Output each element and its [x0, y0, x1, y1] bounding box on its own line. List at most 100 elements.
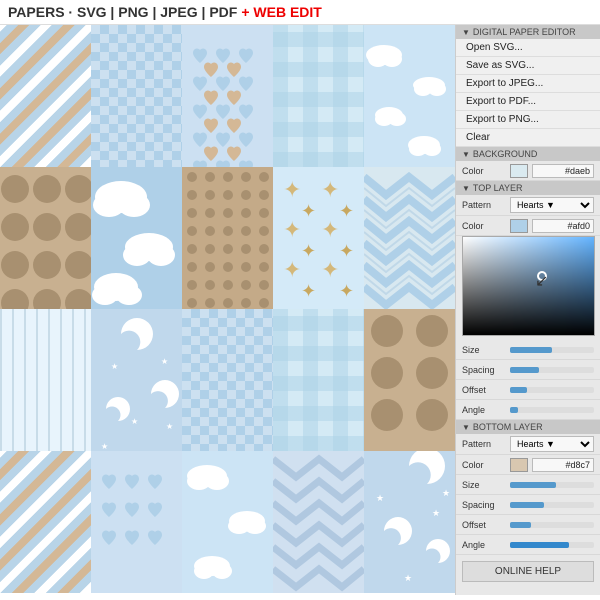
bottom-size-label: Size [462, 480, 506, 490]
paper-cell-17[interactable] [182, 451, 273, 593]
svg-text:★: ★ [442, 488, 450, 498]
svg-text:★: ★ [101, 442, 108, 451]
online-help-button[interactable]: ONLINE HELP [462, 561, 594, 582]
paper-cell-15[interactable] [0, 451, 91, 593]
top-spacing-label: Spacing [462, 365, 506, 375]
svg-text:✦: ✦ [301, 201, 316, 221]
svg-text:✦: ✦ [339, 201, 354, 221]
top-size-row: Size [456, 340, 600, 360]
paper-cell-4[interactable] [273, 25, 364, 167]
section-top-layer: TOP LAYER [456, 181, 600, 195]
menu-export-jpeg[interactable]: Export to JPEG... [456, 75, 600, 93]
svg-text:✦: ✦ [321, 217, 339, 242]
top-angle-label: Angle [462, 405, 506, 415]
color-picker-arrow[interactable]: ↙ [535, 271, 548, 291]
top-size-slider[interactable] [510, 347, 594, 353]
paper-cell-16[interactable] [91, 451, 182, 593]
paper-cell-9[interactable]: ✦ ✦ ✦ ✦ ✦ ✦ ✦ ✦ ✦ ✦ ✦ ✦ [273, 167, 364, 309]
top-angle-slider[interactable] [510, 407, 594, 413]
svg-text:✦: ✦ [301, 241, 316, 261]
svg-text:✦: ✦ [301, 281, 316, 301]
paper-cell-2[interactable] [91, 25, 182, 167]
svg-text:✦: ✦ [283, 177, 301, 202]
paper-cell-14[interactable] [364, 309, 455, 451]
bottom-offset-label: Offset [462, 520, 506, 530]
editor-panel: DIGITAL PAPER EDITOR Open SVG... Save as… [455, 25, 600, 595]
bottom-color-value[interactable]: #d8c7 [532, 458, 594, 472]
bottom-angle-row: Angle [456, 535, 600, 555]
bottom-spacing-row: Spacing [456, 495, 600, 515]
top-color-value[interactable]: #afd0 [532, 219, 594, 233]
paper-cell-7[interactable] [91, 167, 182, 309]
svg-text:✦: ✦ [321, 257, 339, 282]
top-size-label: Size [462, 345, 506, 355]
bottom-offset-row: Offset [456, 515, 600, 535]
svg-text:★: ★ [111, 362, 118, 371]
paper-cell-11[interactable] [0, 309, 91, 451]
bottom-color-label: Color [462, 460, 506, 470]
svg-text:✦: ✦ [283, 257, 301, 282]
svg-text:✦: ✦ [339, 241, 354, 261]
top-offset-slider[interactable] [510, 387, 594, 393]
svg-text:★: ★ [404, 573, 412, 583]
menu-clear[interactable]: Clear [456, 129, 600, 147]
menu-export-png[interactable]: Export to PNG... [456, 111, 600, 129]
bottom-color-row: Color #d8c7 [456, 455, 600, 475]
top-offset-row: Offset [456, 380, 600, 400]
bottom-spacing-slider[interactable] [510, 502, 594, 508]
menu-export-pdf[interactable]: Export to PDF... [456, 93, 600, 111]
top-color-swatch[interactable] [510, 219, 528, 233]
top-offset-label: Offset [462, 385, 506, 395]
top-color-label: Color [462, 221, 506, 231]
bottom-pattern-label: Pattern [462, 439, 506, 449]
header-text: PAPERS · SVG | PNG | JPEG | PDF [8, 4, 237, 20]
paper-cell-12[interactable] [182, 309, 273, 451]
svg-text:★: ★ [432, 508, 440, 518]
paper-cell-13[interactable] [273, 309, 364, 451]
bottom-color-swatch[interactable] [510, 458, 528, 472]
background-color-label: Color [462, 166, 506, 176]
color-picker[interactable]: ↙ [462, 236, 595, 336]
bottom-offset-slider[interactable] [510, 522, 594, 528]
svg-text:★: ★ [146, 332, 153, 341]
top-spacing-slider[interactable] [510, 367, 594, 373]
header: PAPERS · SVG | PNG | JPEG | PDF + WEB ED… [0, 0, 600, 25]
svg-text:★: ★ [131, 417, 138, 426]
svg-text:✦: ✦ [321, 177, 339, 202]
paper-cell-5[interactable] [364, 25, 455, 167]
svg-text:✦: ✦ [339, 281, 354, 301]
paper-cell-6[interactable] [0, 167, 91, 309]
top-spacing-row: Spacing [456, 360, 600, 380]
top-pattern-label: Pattern [462, 200, 506, 210]
background-color-row: Color #daeb [456, 161, 600, 181]
top-color-row: Color #afd0 [456, 216, 600, 236]
menu-open-svg[interactable]: Open SVG... [456, 39, 600, 57]
background-color-swatch[interactable] [510, 164, 528, 178]
bottom-spacing-label: Spacing [462, 500, 506, 510]
paper-grid: ✦ ✦ ✦ ✦ ✦ ✦ ✦ ✦ ✦ ✦ ✦ ✦ [0, 25, 455, 595]
bottom-angle-slider[interactable] [510, 542, 594, 548]
bottom-size-slider[interactable] [510, 482, 594, 488]
bottom-pattern-row: Pattern Hearts ▼ Clouds Stars Dots [456, 434, 600, 455]
top-angle-row: Angle [456, 400, 600, 420]
paper-cell-10[interactable] [364, 167, 455, 309]
svg-text:★: ★ [166, 422, 173, 431]
paper-cell-18[interactable] [273, 451, 364, 593]
svg-text:★: ★ [376, 493, 384, 503]
paper-cell-8[interactable] [182, 167, 273, 309]
svg-text:★: ★ [161, 357, 168, 366]
paper-cell-19[interactable]: ★ ★ ★ ★ [364, 451, 455, 593]
web-edit-label: + WEB EDIT [241, 4, 322, 20]
bottom-size-row: Size [456, 475, 600, 495]
section-digital-paper-editor: DIGITAL PAPER EDITOR [456, 25, 600, 39]
paper-cell-1[interactable] [0, 25, 91, 167]
top-pattern-dropdown[interactable]: Hearts ▼ Clouds Stars Dots [510, 197, 594, 213]
bottom-pattern-dropdown[interactable]: Hearts ▼ Clouds Stars Dots [510, 436, 594, 452]
svg-text:✦: ✦ [283, 217, 301, 242]
paper-cell-3[interactable] [182, 25, 273, 167]
menu-save-svg[interactable]: Save as SVG... [456, 57, 600, 75]
section-background: BACKGROUND [456, 147, 600, 161]
paper-cell-moon[interactable]: ★ ★ ★ ★ ★ ★ [91, 309, 182, 451]
top-pattern-row: Pattern Hearts ▼ Clouds Stars Dots [456, 195, 600, 216]
background-color-value[interactable]: #daeb [532, 164, 594, 178]
